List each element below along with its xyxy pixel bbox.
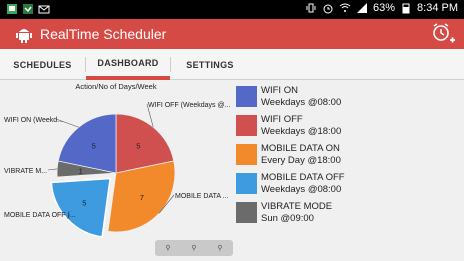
zoom-controls: ⚲ ⚲ ⚲ bbox=[155, 240, 233, 256]
add-alarm-icon[interactable] bbox=[430, 21, 456, 47]
tab-bar: SCHEDULES DASHBOARD SETTINGS bbox=[0, 49, 464, 80]
shield-icon bbox=[23, 4, 33, 14]
legend-swatch bbox=[236, 115, 257, 136]
legend-item-mobile-data-off: MOBILE DATA OFF Weekdays @08:00 bbox=[236, 172, 345, 196]
slice-category-label: VIBRATE M... bbox=[4, 168, 47, 175]
legend-item-vibrate-mode: VIBRATE MODE Sun @09:00 bbox=[236, 201, 332, 225]
legend-swatch bbox=[236, 202, 257, 223]
tab-dashboard[interactable]: DASHBOARD bbox=[86, 49, 170, 80]
app-bar: RealTime Scheduler bbox=[0, 19, 464, 49]
slice-value-label: 1 bbox=[79, 167, 83, 176]
system-icons: 63% 8:34 PM bbox=[305, 2, 458, 14]
chart-title: Action/No of Days/Week bbox=[75, 82, 156, 91]
slice-leader-line bbox=[47, 168, 58, 171]
alarm-icon bbox=[323, 4, 333, 14]
legend-swatch bbox=[236, 144, 257, 165]
signal-icon bbox=[357, 3, 367, 13]
app-title: RealTime Scheduler bbox=[40, 26, 167, 42]
legend-item-wifi-off: WIFI OFF Weekdays @18:00 bbox=[236, 114, 341, 138]
legend-swatch bbox=[236, 173, 257, 194]
zoom-reset-icon[interactable]: ⚲ bbox=[191, 244, 196, 252]
zoom-in-icon[interactable]: ⚲ bbox=[217, 244, 222, 252]
battery-percent: 63% bbox=[373, 2, 396, 14]
android-logo-icon bbox=[16, 29, 32, 43]
clock-time: 8:34 PM bbox=[417, 2, 458, 14]
slice-category-label: MOBILE DATA ... bbox=[175, 193, 228, 200]
pie-chart: Action/No of Days/Week 5 WIFI OFF (Weekda… bbox=[4, 82, 230, 238]
legend-label: WIFI ON Weekdays @08:00 bbox=[261, 85, 342, 108]
tab-settings[interactable]: SETTINGS bbox=[171, 49, 249, 80]
vibrate-icon bbox=[306, 3, 316, 13]
status-bar: 63% 8:34 PM bbox=[0, 0, 464, 19]
slice-value-label: 5 bbox=[92, 142, 96, 151]
slice-category-label: MOBILE DATA OFF (... bbox=[4, 212, 76, 219]
slice-value-label: 7 bbox=[140, 193, 144, 202]
slice-category-label: WIFI ON (Weekd... bbox=[4, 117, 63, 124]
legend-label: MOBILE DATA ON Every Day @18:00 bbox=[261, 143, 341, 166]
mail-icon bbox=[38, 5, 50, 14]
legend-label: VIBRATE MODE Sun @09:00 bbox=[261, 201, 333, 224]
slice-value-label: 5 bbox=[82, 199, 86, 208]
pie-slice[interactable] bbox=[50, 177, 112, 238]
tab-schedules[interactable]: SCHEDULES bbox=[0, 49, 85, 80]
legend-item-wifi-on: WIFI ON Weekdays @08:00 bbox=[236, 85, 341, 109]
notification-icons bbox=[6, 3, 50, 15]
notification-icon bbox=[7, 4, 17, 14]
legend-label: WIFI OFF Weekdays @18:00 bbox=[261, 114, 342, 137]
legend-item-mobile-data-on: MOBILE DATA ON Every Day @18:00 bbox=[236, 143, 341, 167]
legend-label: MOBILE DATA OFF Weekdays @08:00 bbox=[261, 172, 345, 195]
zoom-out-icon[interactable]: ⚲ bbox=[165, 244, 170, 252]
battery-icon bbox=[402, 3, 410, 14]
wifi-off-icon bbox=[339, 3, 351, 12]
legend-swatch bbox=[236, 86, 257, 107]
slice-value-label: 5 bbox=[136, 142, 140, 151]
slice-category-label: WIFI OFF (Weekdays @... bbox=[148, 102, 230, 109]
